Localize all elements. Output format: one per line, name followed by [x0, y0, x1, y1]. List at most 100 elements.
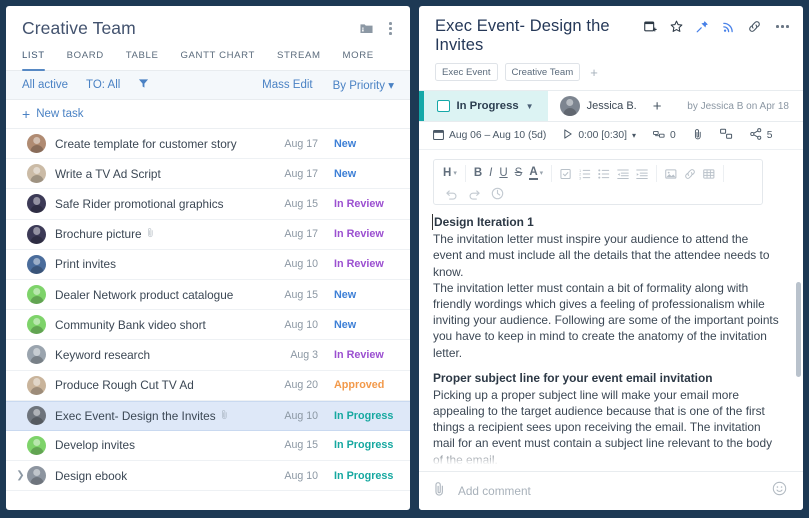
task-name: Develop invites	[55, 438, 135, 453]
task-row[interactable]: Produce Rough Cut TV Ad Aug 20 Approved	[6, 371, 410, 401]
new-task-label: New task	[36, 108, 84, 120]
detail-header: Exec Event- Design the Invites Exec Even…	[419, 6, 803, 90]
description-scrollbar[interactable]	[796, 282, 801, 377]
heading-button[interactable]: H ▾	[443, 167, 457, 180]
date-range[interactable]: Aug 06 – Aug 10 (5d)	[433, 129, 546, 143]
image-icon[interactable]	[665, 168, 677, 180]
link-icon[interactable]	[748, 20, 761, 33]
text-color-button[interactable]: A ▾	[529, 166, 543, 181]
tab-gantt-chart[interactable]: GANTT CHART	[180, 50, 254, 70]
avatar	[27, 224, 46, 244]
editor-toolbar: H ▾ B I U S A ▾ 123	[433, 159, 763, 205]
attachments[interactable]	[693, 128, 703, 143]
task-row[interactable]: Safe Rider promotional graphics Aug 15 In …	[6, 189, 410, 220]
complete-checkbox[interactable]	[437, 99, 450, 113]
task-row[interactable]: Dealer Network product catalogue Aug 15 Ne…	[6, 280, 410, 311]
tag-exec-event[interactable]: Exec Event	[435, 63, 498, 81]
dependencies[interactable]	[719, 128, 733, 143]
task-row[interactable]: Write a TV Ad Script Aug 17 New	[6, 159, 410, 190]
pin-icon[interactable]	[696, 20, 709, 33]
task-row[interactable]: Print invites Aug 10 In Review	[6, 250, 410, 280]
task-due-date: Aug 17	[284, 137, 318, 150]
calendar-icon	[433, 129, 444, 143]
more-horizontal-icon[interactable]	[774, 25, 791, 28]
tab-more[interactable]: MORE	[343, 50, 374, 70]
status-dropdown[interactable]: In Progress ▼	[419, 91, 548, 121]
chevron-right-icon[interactable]: ❯	[14, 470, 27, 481]
history-icon[interactable]	[491, 187, 504, 200]
calendar-add-icon[interactable]	[644, 20, 657, 33]
assignee[interactable]: Jessica B.	[548, 96, 647, 116]
task-name: Create template for customer story	[55, 136, 237, 151]
task-title: Exec Event- Design the Invites	[435, 17, 610, 54]
follow-rss-icon[interactable]	[722, 20, 735, 33]
description-text[interactable]: Design Iteration 1 The invitation letter…	[419, 205, 803, 471]
tab-table[interactable]: TABLE	[126, 50, 159, 70]
strikethrough-button[interactable]: S	[515, 167, 523, 180]
folder-info-icon[interactable]	[360, 22, 373, 35]
add-comment-input[interactable]: Add comment	[458, 484, 760, 498]
filter-all-active[interactable]: All active	[22, 79, 68, 91]
ordered-list-icon[interactable]: 123	[579, 168, 591, 180]
sort-by-priority-dropdown[interactable]: By Priority ▾	[333, 78, 394, 92]
indent-icon[interactable]	[636, 168, 648, 180]
mass-edit-button[interactable]: Mass Edit	[262, 79, 313, 91]
subtasks[interactable]: 0	[653, 129, 676, 143]
time-tracking[interactable]: 0:00 [0:30] ▾	[563, 129, 636, 142]
more-vertical-icon[interactable]	[385, 22, 396, 35]
app-window: Creative Team LIST BOARD TABLE GANTT CHA…	[0, 0, 809, 518]
task-row[interactable]: Brochure picture Aug 17 In Review	[6, 220, 410, 250]
checklist-icon[interactable]	[560, 168, 572, 180]
redo-icon[interactable]	[468, 188, 481, 200]
star-icon[interactable]	[670, 20, 683, 33]
undo-icon[interactable]	[445, 188, 458, 200]
task-status-badge: In Review	[334, 228, 384, 241]
task-row[interactable]: Exec Event- Design the Invites Aug 10 In P…	[6, 400, 410, 431]
funnel-icon[interactable]	[138, 78, 149, 92]
task-row[interactable]: Develop invites Aug 15 In Progress	[6, 431, 410, 462]
paperclip-icon[interactable]	[221, 407, 228, 425]
task-name: Write a TV Ad Script	[55, 166, 161, 181]
task-status-badge: In Progress	[334, 469, 394, 482]
task-due-date: Aug 15	[284, 197, 318, 210]
task-list: Create template for customer story Aug 17…	[6, 129, 410, 510]
tag-creative-team[interactable]: Creative Team	[504, 63, 581, 81]
description-paragraph-3: Picking up a proper subject line will ma…	[433, 387, 773, 467]
assignee-name: Jessica B.	[586, 100, 637, 112]
task-row[interactable]: Community Bank video short Aug 10 New	[6, 310, 410, 341]
table-icon[interactable]	[703, 168, 715, 180]
tab-stream[interactable]: STREAM	[277, 50, 321, 70]
new-task-button[interactable]: + New task	[6, 100, 410, 129]
filter-to-all[interactable]: TO: All	[86, 79, 120, 91]
task-row[interactable]: ❯ Design ebook Aug 10 In Progress	[6, 461, 410, 492]
task-row[interactable]: Keyword research Aug 3 In Review	[6, 340, 410, 371]
task-row[interactable]: Create template for customer story Aug 17…	[6, 129, 410, 160]
italic-button[interactable]: I	[489, 167, 492, 180]
shares[interactable]: 5	[750, 128, 772, 143]
task-name: Exec Event- Design the Invites	[55, 408, 216, 423]
dependency-icon	[719, 128, 733, 143]
tab-board[interactable]: BOARD	[67, 50, 104, 70]
avatar	[559, 96, 580, 116]
sort-label: By Priority	[332, 80, 386, 92]
add-assignee-button[interactable]: +	[647, 99, 668, 114]
task-status-badge: In Review	[334, 197, 384, 210]
paperclip-icon[interactable]	[433, 481, 446, 502]
task-due-date: Aug 10	[284, 469, 318, 482]
plus-icon: +	[22, 106, 31, 122]
bullet-list-icon[interactable]	[598, 168, 610, 180]
outdent-icon[interactable]	[617, 168, 629, 180]
add-tag-button[interactable]: +	[587, 65, 601, 80]
description-paragraph-2: The invitation letter must contain a bit…	[433, 280, 779, 360]
date-range-label: Aug 06 – Aug 10 (5d)	[449, 130, 547, 141]
underline-button[interactable]: U	[499, 167, 507, 180]
paperclip-icon[interactable]	[147, 225, 154, 243]
emoji-icon[interactable]	[772, 481, 787, 501]
task-due-date: Aug 10	[284, 409, 318, 422]
created-byline: by Jessica B on Apr 18	[687, 100, 789, 112]
status-badge: In Progress	[456, 100, 519, 112]
svg-text:3: 3	[579, 175, 582, 180]
bold-button[interactable]: B	[474, 167, 482, 180]
tab-list[interactable]: LIST	[22, 50, 45, 71]
link-icon[interactable]	[684, 168, 696, 180]
